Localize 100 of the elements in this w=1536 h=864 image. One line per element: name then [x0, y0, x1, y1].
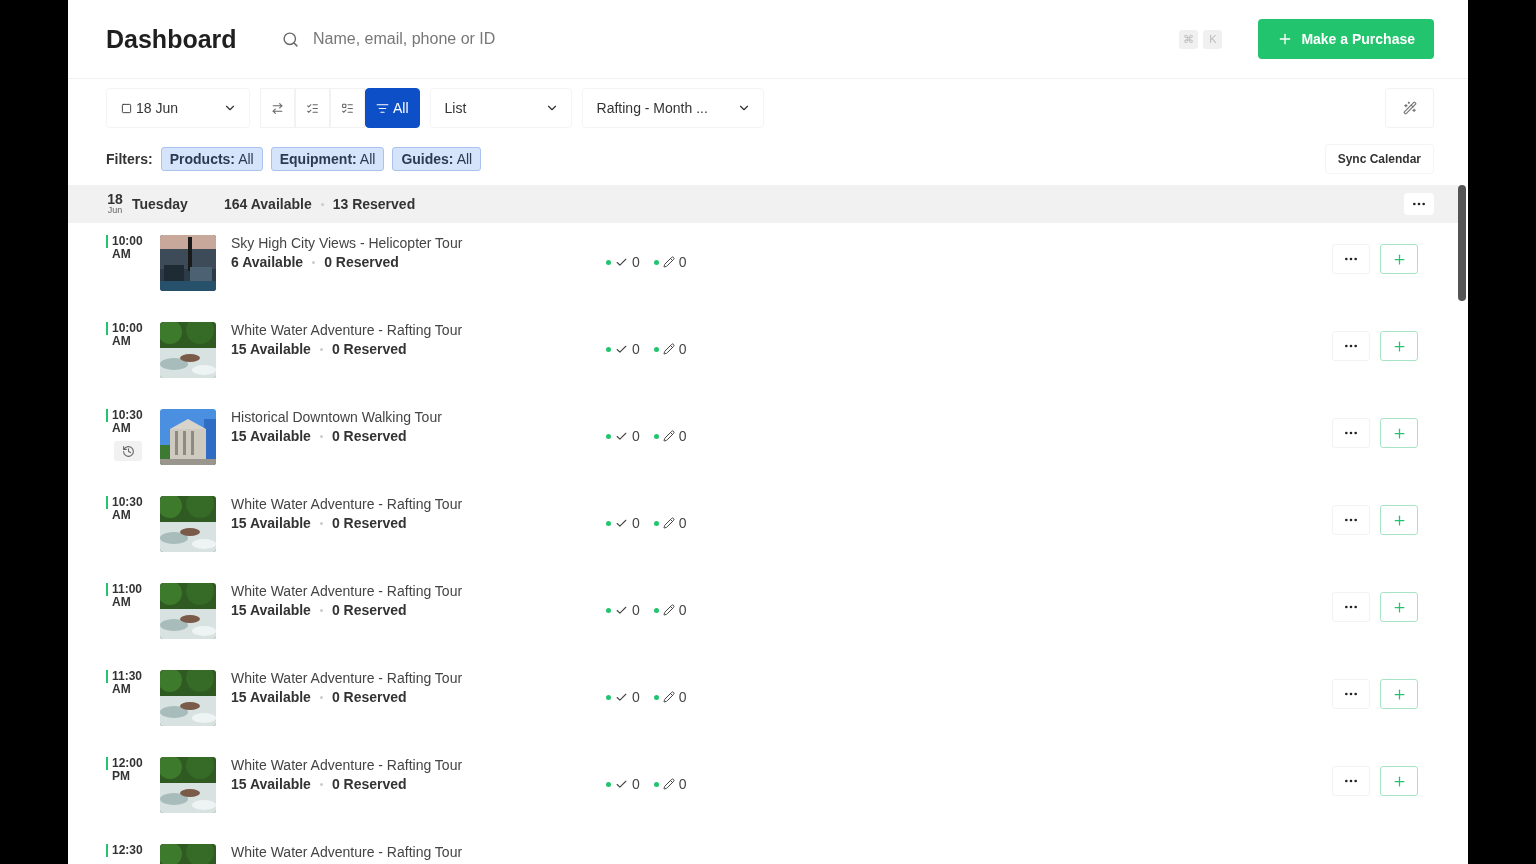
period-label: AM [111, 422, 131, 435]
checked-count: 0 [632, 254, 640, 270]
more-button[interactable] [1332, 679, 1370, 709]
available-count: 15 Available [231, 776, 311, 792]
status-dot [606, 346, 611, 352]
status-dot [606, 259, 611, 265]
more-button[interactable] [1332, 418, 1370, 448]
view-mode-button[interactable]: All [365, 88, 420, 128]
time-label: 10:00 [106, 322, 143, 335]
period-label: AM [111, 248, 131, 261]
tour-title: Sky High City Views - Helicopter Tour [231, 235, 464, 251]
layout-select[interactable]: List [429, 88, 572, 128]
more-button[interactable] [1332, 244, 1370, 274]
tour-title: White Water Adventure - Rafting Tour [231, 583, 464, 599]
pencil-icon [662, 778, 675, 790]
tour-title: White Water Adventure - Rafting Tour [231, 844, 464, 860]
edited-count: 0 [678, 689, 687, 705]
add-button[interactable] [1380, 244, 1418, 274]
history-button[interactable] [114, 441, 142, 461]
filter-chip[interactable]: Guides: All [392, 147, 482, 171]
reserved-count: 13 Reserved [332, 196, 416, 212]
plus-icon [1391, 773, 1407, 789]
tour-title: White Water Adventure - Rafting Tour [231, 757, 464, 773]
status-dot [653, 433, 659, 439]
reserved-count: 0 Reserved [331, 341, 407, 357]
status-dot [606, 781, 611, 787]
more-button[interactable] [1332, 592, 1370, 622]
add-button[interactable] [1380, 331, 1418, 361]
more-button[interactable] [1332, 505, 1370, 535]
tour-title: White Water Adventure - Rafting Tour [231, 322, 464, 338]
reserved-count: 0 Reserved [324, 254, 399, 270]
pencil-icon [662, 343, 675, 355]
date-select[interactable]: 18 Jun [106, 88, 250, 128]
filter-chip[interactable]: Equipment: All [270, 147, 385, 171]
status-dot [653, 607, 659, 613]
period-label: PM [111, 770, 130, 783]
available-count: 15 Available [231, 428, 311, 444]
plus-icon [1391, 599, 1407, 615]
period-label: AM [111, 683, 131, 696]
reserved-count: 0 Reserved [331, 776, 407, 792]
checked-count: 0 [632, 689, 640, 705]
edited-count: 0 [678, 254, 687, 270]
checked-count: 0 [632, 515, 640, 531]
scrollbar-thumb[interactable] [1458, 185, 1466, 301]
time-label: 11:30 [106, 670, 143, 683]
status-dot [606, 433, 611, 439]
plus-icon [1391, 338, 1407, 354]
history-icon [121, 444, 135, 458]
reserved-count: 0 Reserved [331, 602, 407, 618]
plus-icon [1391, 512, 1407, 528]
available-count: 15 Available [231, 515, 311, 531]
time-label: 12:30 [106, 844, 143, 857]
pencil-icon [662, 517, 675, 529]
available-count: 15 Available [231, 689, 311, 705]
plus-icon [1391, 425, 1407, 441]
magic-wand-button[interactable] [1385, 88, 1434, 128]
edited-count: 0 [678, 428, 687, 444]
reserved-count: 0 Reserved [331, 515, 407, 531]
more-button[interactable] [1332, 331, 1370, 361]
view-mode-button[interactable] [295, 88, 330, 128]
shortcut-key: ⌘ [1179, 29, 1199, 49]
time-label: 10:00 [106, 235, 143, 248]
edited-count: 0 [678, 341, 687, 357]
status-dot [606, 694, 611, 700]
add-button[interactable] [1380, 679, 1418, 709]
add-button[interactable] [1380, 418, 1418, 448]
time-label: 10:30 [106, 409, 143, 422]
edited-count: 0 [678, 602, 687, 618]
month-label: Jun [107, 206, 123, 215]
edited-count: 0 [678, 515, 687, 531]
add-button[interactable] [1380, 592, 1418, 622]
tour-title: Historical Downtown Walking Tour [231, 409, 443, 425]
time-label: 10:30 [106, 496, 143, 509]
available-count: 15 Available [231, 341, 311, 357]
period-label: AM [111, 596, 131, 609]
view-mode-button[interactable] [260, 88, 295, 128]
period-label: AM [111, 335, 131, 348]
checked-count: 0 [632, 776, 640, 792]
tour-title: White Water Adventure - Rafting Tour [231, 496, 464, 512]
add-button[interactable] [1380, 766, 1418, 796]
calendar-icon [121, 102, 132, 114]
sync-calendar-button[interactable]: Sync Calendar [1324, 144, 1434, 174]
reserved-count: 0 Reserved [331, 689, 407, 705]
available-count: 164 Available [224, 196, 312, 212]
available-count: 6 Available [231, 254, 304, 270]
more-button[interactable] [1404, 193, 1434, 215]
available-count: 15 Available [231, 602, 311, 618]
checked-count: 0 [632, 341, 640, 357]
view-mode-button[interactable] [330, 88, 365, 128]
edited-count: 0 [678, 776, 687, 792]
calendar-select[interactable]: Rafting - Month ... [581, 88, 764, 128]
pencil-icon [662, 604, 675, 616]
tour-title: White Water Adventure - Rafting Tour [231, 670, 464, 686]
checked-count: 0 [632, 602, 640, 618]
reserved-count: 0 Reserved [331, 428, 407, 444]
filter-chip[interactable]: Products: All [160, 147, 263, 171]
time-label: 12:00 [106, 757, 143, 770]
more-button[interactable] [1332, 766, 1370, 796]
status-dot [653, 520, 659, 526]
add-button[interactable] [1380, 505, 1418, 535]
